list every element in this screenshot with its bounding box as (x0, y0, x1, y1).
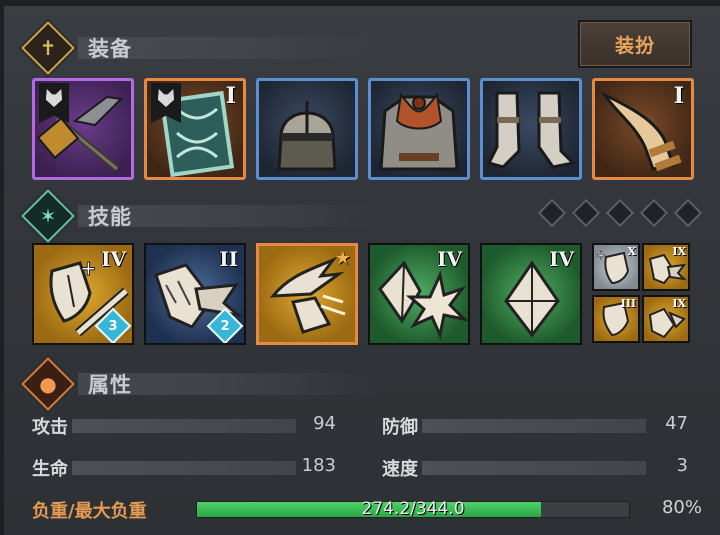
stat-attack: 攻击 94 (32, 413, 340, 438)
skill-shield-and-sword[interactable]: + IV 3 (32, 243, 134, 345)
boots-icon (486, 91, 577, 169)
mini-skill-shield-break[interactable]: IX (642, 295, 690, 343)
skill-tier: IV (549, 247, 574, 271)
stat-value: 3 (676, 455, 688, 476)
skill-crystal-burst[interactable]: IV (368, 243, 470, 345)
skill-tier: III (620, 297, 636, 310)
skill-tier: IX (672, 245, 686, 258)
mini-skill-shield-guard[interactable]: III (592, 295, 640, 343)
dress-up-button[interactable]: 装扮 (578, 20, 692, 68)
stat-label: 防御 (382, 417, 418, 438)
chainmail-armor-icon (379, 92, 459, 171)
equip-slot-boots[interactable] (480, 78, 582, 180)
equip-tier: I (673, 83, 684, 109)
skill-shield-bash[interactable]: II 2 (144, 243, 246, 345)
character-panel: ✝ 装备 装扮 I I ✶ 技能 + IV 3 II 2 ★ IV IV + X… (0, 0, 720, 535)
equip-slot-chainmail[interactable] (368, 78, 470, 180)
star-icon: ★ (334, 248, 351, 269)
load-progress-bar: 274.2/344.0 (196, 499, 630, 519)
mini-skill-shield-heal[interactable]: + X (592, 243, 640, 291)
svg-text:+: + (596, 248, 606, 262)
skill-tier: X (627, 245, 636, 258)
stat-label: 攻击 (32, 417, 68, 438)
stat-value: 47 (665, 413, 688, 434)
skill-bird-strike[interactable]: ★ (256, 243, 358, 345)
attributes-section-icon: ● (21, 357, 75, 411)
skill-tier: IX (672, 297, 686, 310)
load-value: 274.2/344.0 (361, 499, 465, 519)
equip-slot-helmet[interactable] (256, 78, 358, 180)
stat-speed: 速度 3 (382, 455, 690, 480)
skill-slot-pip (673, 198, 703, 228)
stat-hp: 生命 183 (32, 455, 340, 480)
equipment-title: 装备 (88, 37, 132, 61)
equip-slot-shield[interactable]: I (144, 78, 246, 180)
equip-slot-warhammer[interactable] (32, 78, 134, 180)
load-label: 负重/最大负重 (32, 501, 147, 522)
skill-tier: II (219, 247, 238, 271)
stat-defense: 防御 47 (382, 413, 690, 438)
skill-slot-pip (571, 198, 601, 228)
skill-slot-pip (605, 198, 635, 228)
helmet-icon (277, 101, 337, 171)
stat-label: 速度 (382, 459, 418, 480)
skills-title: 技能 (88, 205, 132, 229)
skill-crystal-shield[interactable]: IV (480, 243, 582, 345)
stat-value: 183 (301, 455, 336, 476)
svg-text:+: + (80, 256, 97, 280)
skill-tier: IV (101, 247, 126, 271)
equip-slot-horn[interactable]: I (592, 78, 694, 180)
skills-section-icon: ✶ (21, 189, 75, 243)
skill-slot-pip (537, 198, 567, 228)
equip-tier: I (225, 83, 236, 109)
stat-label: 生命 (32, 459, 68, 480)
stat-value: 94 (313, 413, 336, 434)
equipment-section-icon: ✝ (21, 21, 75, 75)
skill-slot-pip (639, 198, 669, 228)
mini-skill-shield-bash[interactable]: IX (642, 243, 690, 291)
attributes-title: 属性 (88, 373, 132, 397)
skill-tier: IV (437, 247, 462, 271)
load-percent: 80% (661, 497, 702, 518)
